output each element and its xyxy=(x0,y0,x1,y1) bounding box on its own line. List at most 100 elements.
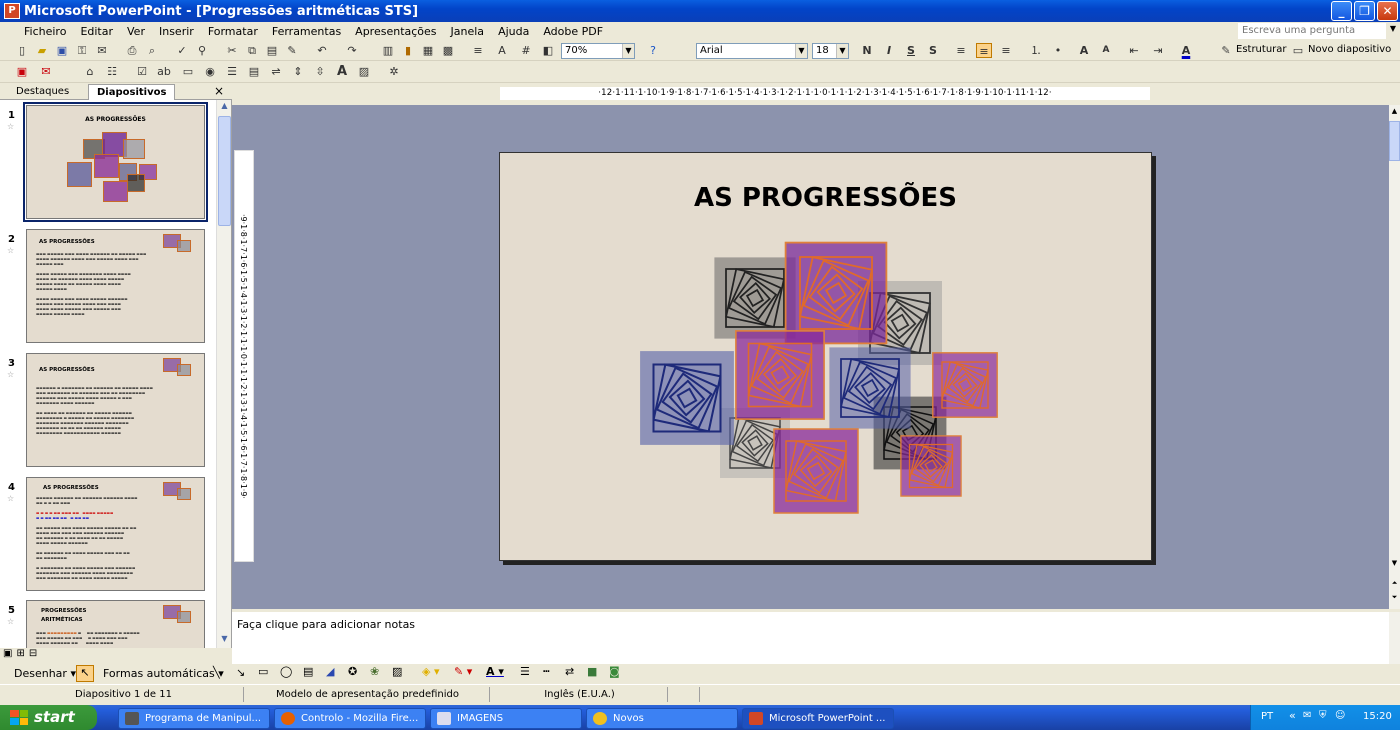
pdf-email-icon[interactable]: ✉ xyxy=(38,64,54,79)
print-preview-icon[interactable]: ⌕ xyxy=(144,43,160,58)
permission-icon[interactable]: ⚿ xyxy=(74,43,90,58)
arrow-icon[interactable]: ↘ xyxy=(236,666,245,679)
font-size-dropdown-icon[interactable]: ▼ xyxy=(836,44,848,58)
cut-icon[interactable]: ✂ xyxy=(224,43,240,58)
chart-icon[interactable]: ▥ xyxy=(380,43,396,58)
task-imagens[interactable]: IMAGENS xyxy=(430,708,582,729)
font-size-select[interactable]: 18 ▼ xyxy=(812,43,849,59)
increase-indent-icon[interactable]: ⇥ xyxy=(1150,43,1166,58)
network-icon[interactable]: ✉ xyxy=(1303,710,1311,721)
notes-pane[interactable]: Faça clique para adicionar notas xyxy=(232,609,1400,664)
3d-style-icon[interactable]: ◙ xyxy=(609,665,620,678)
security-icon[interactable]: ⛨ xyxy=(1319,710,1327,721)
ask-question-input[interactable]: Escreva uma pergunta xyxy=(1238,23,1386,39)
task-program[interactable]: Programa de Manipul... xyxy=(118,708,270,729)
pane-close-icon[interactable]: × xyxy=(214,84,224,98)
listbox-icon[interactable]: ☰ xyxy=(224,64,240,79)
table-icon[interactable]: ▦ xyxy=(420,43,436,58)
workspace-scrollbar[interactable]: ▲ ▼ ⏶ ⏷ xyxy=(1389,105,1400,609)
menu-ajuda[interactable]: Ajuda xyxy=(491,25,536,38)
properties-icon[interactable]: ☷ xyxy=(104,64,120,79)
slide-thumbnail-5[interactable]: PROGRESSÕES ARITMÉTICAS ▬▬▬ ▬▬▬▬▬▬▬▬▬ ▬ … xyxy=(26,600,205,648)
menu-editar[interactable]: Editar xyxy=(73,25,120,38)
menu-ver[interactable]: Ver xyxy=(120,25,152,38)
new-slide-button[interactable]: Novo diapositivo xyxy=(1308,44,1391,55)
underline-button[interactable]: S xyxy=(903,43,919,58)
align-center-icon[interactable]: ≡ xyxy=(976,43,992,58)
notes-placeholder[interactable]: Faça clique para adicionar notas xyxy=(237,618,415,631)
italic-button[interactable]: I xyxy=(881,43,897,58)
task-firefox[interactable]: Controlo - Mozilla Fire... xyxy=(274,708,426,729)
font-color-draw-icon[interactable]: A ▾ xyxy=(486,665,504,678)
slide-thumbnail-4[interactable]: AS PROGRESSÕES ▬▬▬▬▬ ▬▬▬▬▬▬ ▬▬ ▬▬▬▬▬▬ ▬▬… xyxy=(26,477,205,591)
task-novos[interactable]: Novos xyxy=(586,708,738,729)
paste-icon[interactable]: ▤ xyxy=(264,43,280,58)
draw-menu[interactable]: Desenhar ▾ xyxy=(14,667,76,680)
help-icon[interactable]: ? xyxy=(645,43,661,58)
design-icon[interactable]: ✎ xyxy=(1218,43,1234,58)
align-right-icon[interactable]: ≡ xyxy=(998,43,1014,58)
slide-sorter-icon[interactable]: ⊞ xyxy=(16,648,24,664)
email-icon[interactable]: ✉ xyxy=(94,43,110,58)
control-toolbox-icon[interactable]: ⌂ xyxy=(82,64,98,79)
scroll-thumb[interactable] xyxy=(218,116,231,226)
show-formatting-icon[interactable]: A xyxy=(494,43,510,58)
task-powerpoint[interactable]: Microsoft PowerPoint ... xyxy=(742,708,894,729)
zoom-dropdown-icon[interactable]: ▼ xyxy=(622,44,634,58)
normal-view-icon[interactable]: ▣ xyxy=(3,648,12,664)
maximize-button[interactable]: ❐ xyxy=(1354,1,1375,21)
font-select[interactable]: Arial ▼ xyxy=(696,43,808,59)
scroll-thumb[interactable] xyxy=(1389,121,1400,161)
spelling-icon[interactable]: ✓ xyxy=(174,43,190,58)
arrow-style-icon[interactable]: ⇄ xyxy=(565,665,574,678)
thumbnails-scrollbar[interactable]: ▲ ▼ xyxy=(216,100,231,648)
grid-icon[interactable]: # xyxy=(518,43,534,58)
tab-outline[interactable]: Destaques xyxy=(8,84,77,100)
shadow-style-icon[interactable]: ■ xyxy=(587,665,597,678)
scroll-up-icon[interactable]: ▲ xyxy=(218,101,231,113)
language-indicator[interactable]: PT xyxy=(1261,711,1273,722)
slide-thumbnail-3[interactable]: AS PROGRESSÕES ▬▬▬▬▬▬ ▬ ▬▬▬▬▬▬▬ ▬▬ ▬▬▬▬▬… xyxy=(26,353,205,467)
tables-borders-icon[interactable]: ▩ xyxy=(440,43,456,58)
menu-ficheiro[interactable]: Ficheiro xyxy=(0,25,73,38)
scroll-down-icon[interactable]: ▼ xyxy=(218,634,231,646)
structure-button[interactable]: Estruturar xyxy=(1236,44,1287,55)
wordart-icon[interactable]: ◢ xyxy=(326,665,334,678)
font-dropdown-icon[interactable]: ▼ xyxy=(795,44,807,58)
new-icon[interactable]: ▯ xyxy=(14,43,30,58)
tab-slides[interactable]: Diapositivos xyxy=(88,84,176,100)
messenger-tray-icon[interactable]: ☺ xyxy=(1335,710,1345,721)
dash-style-icon[interactable]: ┅ xyxy=(543,665,550,678)
more-controls-icon[interactable]: ✲ xyxy=(386,64,402,79)
save-icon[interactable]: ▣ xyxy=(54,43,70,58)
line-style-icon[interactable]: ☰ xyxy=(520,665,530,678)
open-icon[interactable]: ▰ xyxy=(34,43,50,58)
spiral-squares-art[interactable] xyxy=(500,153,1153,562)
font-color-icon[interactable]: A xyxy=(1178,43,1194,58)
textbox-control-icon[interactable]: ab xyxy=(156,64,172,79)
menu-adobe-pdf[interactable]: Adobe PDF xyxy=(536,25,610,38)
pdf-convert-icon[interactable]: ▣ xyxy=(14,64,30,79)
diagram-icon[interactable]: ✪ xyxy=(348,665,357,678)
command-button-icon[interactable]: ▭ xyxy=(180,64,196,79)
scrollbar-control-icon[interactable]: ⇳ xyxy=(312,64,328,79)
redo-icon[interactable]: ↷ xyxy=(344,43,360,58)
menu-formatar[interactable]: Formatar xyxy=(201,25,265,38)
notes-scrollbar[interactable] xyxy=(1389,612,1400,664)
image-control-icon[interactable]: ▨ xyxy=(356,64,372,79)
scroll-down-icon[interactable]: ▼ xyxy=(1389,559,1400,567)
ask-dropdown-icon[interactable]: ▼ xyxy=(1390,24,1396,33)
textbox-icon[interactable]: ▤ xyxy=(303,665,313,678)
line-icon[interactable]: ╲ xyxy=(213,666,220,679)
slideshow-icon[interactable]: ⊟ xyxy=(29,648,37,664)
slide-thumbnail-1[interactable]: AS PROGRESSÕES xyxy=(23,102,208,222)
combobox-icon[interactable]: ▤ xyxy=(246,64,262,79)
insert-chart-icon[interactable]: ▮ xyxy=(400,43,416,58)
shrink-font-icon[interactable]: A xyxy=(1098,43,1114,58)
menu-ferramentas[interactable]: Ferramentas xyxy=(265,25,348,38)
toggle-button-icon[interactable]: ⇌ xyxy=(268,64,284,79)
next-slide-icon[interactable]: ⏷ xyxy=(1389,593,1400,602)
zoom-select[interactable]: 70% ▼ xyxy=(561,43,635,59)
menu-inserir[interactable]: Inserir xyxy=(152,25,201,38)
expand-all-icon[interactable]: ≡ xyxy=(470,43,486,58)
